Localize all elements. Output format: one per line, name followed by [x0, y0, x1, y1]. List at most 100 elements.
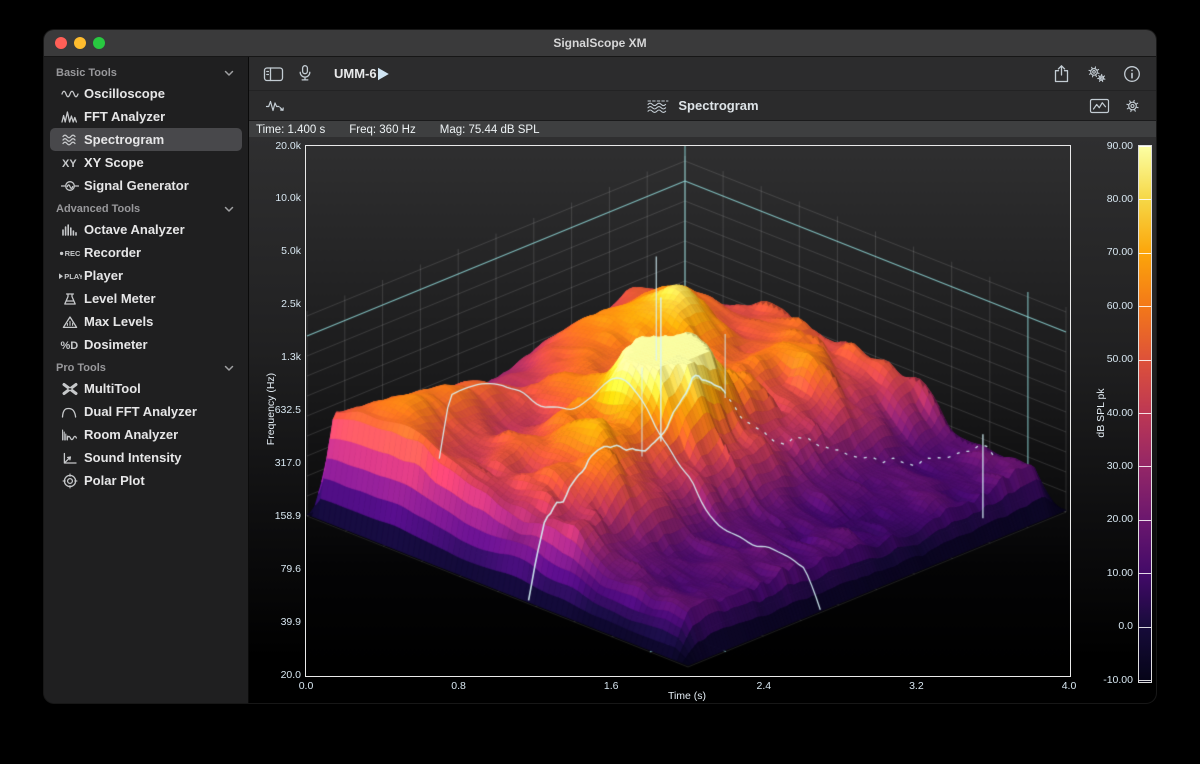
- svg-text:%D: %D: [61, 340, 79, 352]
- freq-tick-label: 79.6: [249, 563, 301, 576]
- db-tick-label: -10.00: [1081, 674, 1133, 687]
- db-tick-label: 80.00: [1081, 193, 1133, 206]
- sidebar: Basic Tools Oscilloscope FFT Analyzer Spect…: [44, 57, 249, 703]
- sidebar-item-player[interactable]: PLAYPlayer: [50, 264, 242, 287]
- sidebar-item-xy-scope[interactable]: XY XY Scope: [50, 151, 242, 174]
- db-tick-label: 70.00: [1081, 246, 1133, 259]
- svg-text:REC: REC: [65, 249, 81, 258]
- sidebar-item-dual-fft-analyzer[interactable]: Dual FFT Analyzer: [50, 400, 242, 423]
- sidebar-section-basic-tools[interactable]: Basic Tools: [44, 61, 248, 82]
- recorder-icon: REC: [56, 245, 84, 261]
- gear-icon[interactable]: [1123, 97, 1142, 115]
- sidebar-item-label: Max Levels: [84, 314, 153, 329]
- svg-text:PLAY: PLAY: [64, 272, 82, 281]
- polar-plot-icon: [56, 473, 84, 489]
- plot-region: Frequency (Hz) Time (s) dB SPL pk 20.0k1…: [249, 137, 1156, 703]
- sidebar-item-label: Octave Analyzer: [84, 222, 185, 237]
- sidebar-item-label: Spectrogram: [84, 132, 164, 147]
- section-label: Basic Tools: [56, 67, 117, 79]
- colorbar: [1138, 145, 1152, 683]
- room-analyzer-icon: [56, 427, 84, 443]
- freq-tick-label: 317.0: [249, 457, 301, 470]
- db-tick-label: 30.00: [1081, 460, 1133, 473]
- sidebar-item-label: Room Analyzer: [84, 427, 178, 442]
- colorbar-tick: [1139, 360, 1151, 361]
- sidebar-item-dosimeter[interactable]: %DDosimeter: [50, 333, 242, 356]
- time-tick-label: 1.6: [586, 680, 636, 693]
- microphone-icon[interactable]: [298, 64, 312, 83]
- colorbar-tick: [1139, 520, 1151, 521]
- share-icon[interactable]: [1052, 64, 1071, 83]
- freq-tick-label: 1.3k: [249, 351, 301, 364]
- colorbar-tick: [1139, 253, 1151, 254]
- sidebar-item-label: XY Scope: [84, 155, 144, 170]
- chevron-down-icon: [224, 365, 234, 372]
- sidebar-toggle-icon[interactable]: [263, 65, 284, 82]
- sidebar-item-fft-analyzer[interactable]: FFT Analyzer: [50, 105, 242, 128]
- sidebar-item-label: FFT Analyzer: [84, 109, 165, 124]
- db-tick-label: 0.0: [1081, 620, 1133, 633]
- sidebar-item-room-analyzer[interactable]: Room Analyzer: [50, 423, 242, 446]
- xy-scope-icon: XY: [56, 155, 84, 171]
- sidebar-section-advanced-tools[interactable]: Advanced Tools: [44, 197, 248, 218]
- sidebar-item-multitool[interactable]: MultiTool: [50, 377, 242, 400]
- time-tick-label: 0.0: [281, 680, 331, 693]
- chart-style-icon[interactable]: [1089, 97, 1110, 114]
- sidebar-item-label: Player: [84, 268, 123, 283]
- colorbar-tick: [1139, 573, 1151, 574]
- sidebar-item-label: MultiTool: [84, 381, 141, 396]
- colorbar-tick: [1139, 680, 1151, 681]
- section-label: Advanced Tools: [56, 203, 140, 215]
- sidebar-item-sound-intensity[interactable]: Sound Intensity: [50, 446, 242, 469]
- sidebar-item-level-meter[interactable]: Level Meter: [50, 287, 242, 310]
- db-tick-label: 60.00: [1081, 300, 1133, 313]
- sidebar-section-pro-tools[interactable]: Pro Tools: [44, 356, 248, 377]
- sidebar-item-oscilloscope[interactable]: Oscilloscope: [50, 82, 242, 105]
- chevron-down-icon: [224, 70, 234, 77]
- fft-analyzer-icon: [56, 109, 84, 125]
- svg-text:XY: XY: [62, 158, 77, 170]
- colorbar-tick: [1139, 146, 1151, 147]
- play-icon[interactable]: [377, 66, 390, 81]
- freq-tick-label: 632.5: [249, 404, 301, 417]
- sidebar-item-max-levels[interactable]: Max Levels: [50, 310, 242, 333]
- freq-tick-label: 39.9: [249, 616, 301, 629]
- time-tick-label: 0.8: [434, 680, 484, 693]
- titlebar: SignalScope XM: [44, 30, 1156, 57]
- device-label[interactable]: UMM-6: [334, 57, 377, 90]
- main-area: UMM-6 Spectrogram Time: 1.400 sFreq: 360: [249, 57, 1156, 703]
- view-title: Spectrogram: [678, 98, 758, 113]
- sidebar-item-label: Oscilloscope: [84, 86, 165, 101]
- sidebar-item-label: Signal Generator: [84, 178, 189, 193]
- chevron-down-icon: [224, 206, 234, 213]
- freq-tick-label: 10.0k: [249, 192, 301, 205]
- level-meter-icon: [56, 291, 84, 307]
- view-toolbar: Spectrogram: [249, 91, 1156, 121]
- sidebar-item-polar-plot[interactable]: Polar Plot: [50, 469, 242, 492]
- colorbar-tick: [1139, 199, 1151, 200]
- spectrogram-icon: [56, 132, 84, 148]
- db-tick-label: 20.00: [1081, 513, 1133, 526]
- dosimeter-icon: %D: [56, 337, 84, 353]
- oscilloscope-icon: [56, 86, 84, 102]
- window-title: SignalScope XM: [44, 30, 1156, 56]
- db-tick-label: 90.00: [1081, 140, 1133, 153]
- sidebar-item-recorder[interactable]: RECRecorder: [50, 241, 242, 264]
- info-icon[interactable]: [1123, 65, 1141, 83]
- sidebar-item-octave-analyzer[interactable]: Octave Analyzer: [50, 218, 242, 241]
- sidebar-item-label: Dual FFT Analyzer: [84, 404, 197, 419]
- sidebar-item-spectrogram[interactable]: Spectrogram: [50, 128, 242, 151]
- multitool-icon: [56, 381, 84, 397]
- status-item-0: Time: 1.400 s: [256, 124, 325, 136]
- max-levels-icon: [56, 314, 84, 330]
- settings-gears-icon[interactable]: [1086, 64, 1107, 83]
- spectrogram-glyph-icon: [646, 98, 670, 114]
- signal-generator-icon: [56, 178, 84, 194]
- status-item-2: Mag: 75.44 dB SPL: [440, 124, 540, 136]
- sound-intensity-icon: [56, 450, 84, 466]
- sidebar-item-signal-generator[interactable]: Signal Generator: [50, 174, 242, 197]
- freq-tick-label: 20.0k: [249, 140, 301, 153]
- main-toolbar: UMM-6: [249, 57, 1156, 91]
- colorbar-tick: [1139, 627, 1151, 628]
- spectrogram-3d-surface[interactable]: [306, 146, 1069, 675]
